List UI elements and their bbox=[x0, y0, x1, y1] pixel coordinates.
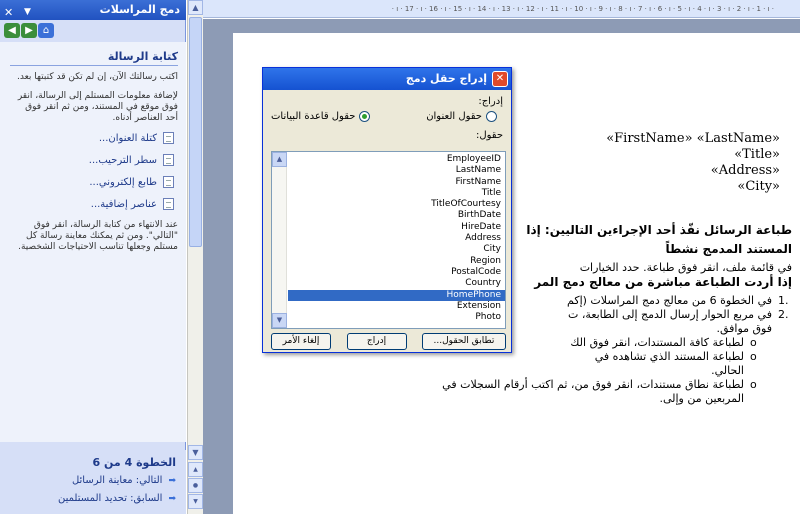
match-fields-button[interactable]: تطابق الحقول... bbox=[422, 333, 506, 350]
radio-address-fields[interactable]: حقول العنوان bbox=[426, 111, 497, 122]
scroll-down-button[interactable]: ▼ bbox=[272, 313, 287, 328]
cancel-button[interactable]: إلغاء الأمر bbox=[271, 333, 331, 350]
scroll-thumb[interactable] bbox=[189, 17, 202, 247]
merge-field[interactable]: «Title» bbox=[606, 147, 780, 163]
instruction-text: لإضافة معلومات المستلم إلى الرسالة، انقر… bbox=[17, 91, 178, 123]
section-heading: كتابة الرسالة bbox=[10, 50, 178, 66]
task-pane-nav: ◀ ▶ ⌂ bbox=[4, 23, 54, 38]
dialog-title-bar[interactable]: إدراج حقل دمج ✕ bbox=[263, 68, 511, 90]
field-list-item[interactable]: Address bbox=[288, 233, 505, 244]
instruction-text: عند الانتهاء من كتابة الرسالة، انقر فوق … bbox=[18, 220, 178, 252]
dialog-buttons: تطابق الحقول... إدراج إلغاء الأمر bbox=[271, 333, 506, 350]
insert-merge-field-dialog: إدراج حقل دمج ✕ إدراج: حقول العنوان حقول… bbox=[262, 67, 512, 353]
field-list-item[interactable]: PostalCode bbox=[288, 267, 505, 278]
scroll-up-button[interactable]: ▲ bbox=[188, 0, 203, 15]
scroll-up-button[interactable]: ▲ bbox=[272, 152, 287, 167]
list-icon bbox=[163, 198, 174, 210]
wizard-steps: الخطوة 4 من 6 ➡ التالي: معاينة الرسائل ➡ ا… bbox=[0, 450, 186, 514]
field-list-item[interactable]: BirthDate bbox=[288, 210, 505, 221]
scroll-down-button[interactable]: ▼ bbox=[188, 445, 203, 460]
field-list-item[interactable]: FirstName bbox=[288, 177, 505, 188]
insert-label: إدراج: bbox=[478, 96, 503, 107]
field-list-item[interactable]: Region bbox=[288, 256, 505, 267]
greeting-line-link[interactable]: سطر الترحيب... bbox=[10, 154, 174, 166]
chevron-down-icon[interactable]: ▼ bbox=[24, 2, 31, 22]
insert-button[interactable]: إدراج bbox=[346, 333, 407, 350]
select-browse-object-button[interactable]: ● bbox=[188, 478, 203, 493]
postage-icon bbox=[163, 176, 174, 188]
document-icon bbox=[163, 154, 174, 166]
field-list-item[interactable]: City bbox=[288, 244, 505, 255]
field-list-item[interactable]: HomePhone bbox=[288, 289, 505, 301]
field-list-item[interactable]: Title bbox=[288, 188, 505, 199]
field-list-item[interactable]: Photo bbox=[288, 312, 505, 323]
merge-fields-block[interactable]: «FirstName» «LastName» «Title» «Address»… bbox=[606, 131, 780, 195]
field-list-item[interactable]: HireDate bbox=[288, 222, 505, 233]
instruction-text: اكتب رسالتك الآن، إن لم تكن قد كتبتها بع… bbox=[17, 72, 178, 82]
radio-database-fields[interactable]: حقول قاعدة البيانات bbox=[271, 111, 371, 122]
arrow-left-icon: ➡ bbox=[168, 493, 176, 504]
listbox-scrollbar[interactable]: ▲ ▼ bbox=[272, 152, 287, 328]
merge-field[interactable]: «FirstName» «LastName» bbox=[606, 131, 780, 147]
task-pane: دمج المراسلات ▼ ✕ ◀ ▶ ⌂ كتابة الرسالة اك… bbox=[0, 0, 186, 514]
dialog-body: إدراج: حقول العنوان حقول قاعدة البيانات … bbox=[263, 90, 511, 147]
prev-page-button[interactable]: ▲ bbox=[188, 462, 203, 477]
merge-field[interactable]: «City» bbox=[606, 179, 780, 195]
home-icon[interactable]: ⌂ bbox=[38, 23, 54, 38]
fields-list: EmployeeID LastName FirstName Title TitleOfC… bbox=[288, 154, 505, 323]
task-pane-title: دمج المراسلات bbox=[99, 3, 180, 16]
field-list-item[interactable]: TitleOfCourtesy bbox=[288, 199, 505, 210]
document-icon bbox=[163, 132, 174, 144]
arrow-left-icon: ➡ bbox=[168, 475, 176, 486]
next-step-link[interactable]: ➡ التالي: معاينة الرسائل bbox=[10, 475, 176, 486]
insert-type-radios: حقول العنوان حقول قاعدة البيانات bbox=[271, 111, 497, 122]
field-list-item[interactable]: LastName bbox=[288, 165, 505, 176]
field-list-item[interactable]: Extension bbox=[288, 301, 505, 312]
back-arrow-icon[interactable]: ◀ bbox=[4, 23, 20, 38]
task-pane-scrollbar[interactable]: ▲ ▼ ▲ ● ▼ bbox=[187, 0, 203, 514]
task-pane-body: كتابة الرسالة اكتب رسالتك الآن، إن لم تك… bbox=[0, 42, 186, 442]
previous-step-link[interactable]: ➡ السابق: تحديد المستلمين bbox=[10, 493, 176, 504]
forward-arrow-icon[interactable]: ▶ bbox=[21, 23, 37, 38]
electronic-postage-link[interactable]: طابع إلكتروني... bbox=[10, 176, 174, 188]
task-pane-title-bar: دمج المراسلات ▼ ✕ bbox=[0, 0, 186, 20]
close-icon[interactable]: ✕ bbox=[4, 3, 13, 23]
radio-icon[interactable] bbox=[486, 111, 497, 122]
list-item: o لطباعة نطاق مستندات، انقر فوق من، ثم اك… bbox=[442, 378, 757, 391]
fields-listbox[interactable]: ▲ ▼ EmployeeID LastName FirstName Title Titl… bbox=[271, 151, 506, 329]
fields-label: حقول: bbox=[475, 130, 503, 141]
radio-checked-icon[interactable] bbox=[359, 111, 371, 122]
close-icon[interactable]: ✕ bbox=[492, 71, 508, 87]
dialog-title: إدراج حقل دمج bbox=[405, 72, 487, 85]
merge-field[interactable]: «Address» bbox=[606, 163, 780, 179]
step-indicator: الخطوة 4 من 6 bbox=[92, 456, 176, 469]
field-list-item[interactable]: EmployeeID bbox=[288, 154, 505, 165]
more-items-link[interactable]: عناصر إضافية... bbox=[10, 198, 174, 210]
horizontal-ruler[interactable]: · ı · 17 · ı · 16 · ı · 15 · ı · 14 · ı … bbox=[203, 0, 800, 18]
list-item: الحالي. bbox=[711, 364, 744, 377]
field-list-item[interactable]: Country bbox=[288, 278, 505, 289]
address-block-link[interactable]: كتلة العنوان... bbox=[10, 132, 174, 144]
next-page-button[interactable]: ▼ bbox=[188, 494, 203, 509]
list-item: المربعين من وإلى. bbox=[659, 392, 744, 405]
